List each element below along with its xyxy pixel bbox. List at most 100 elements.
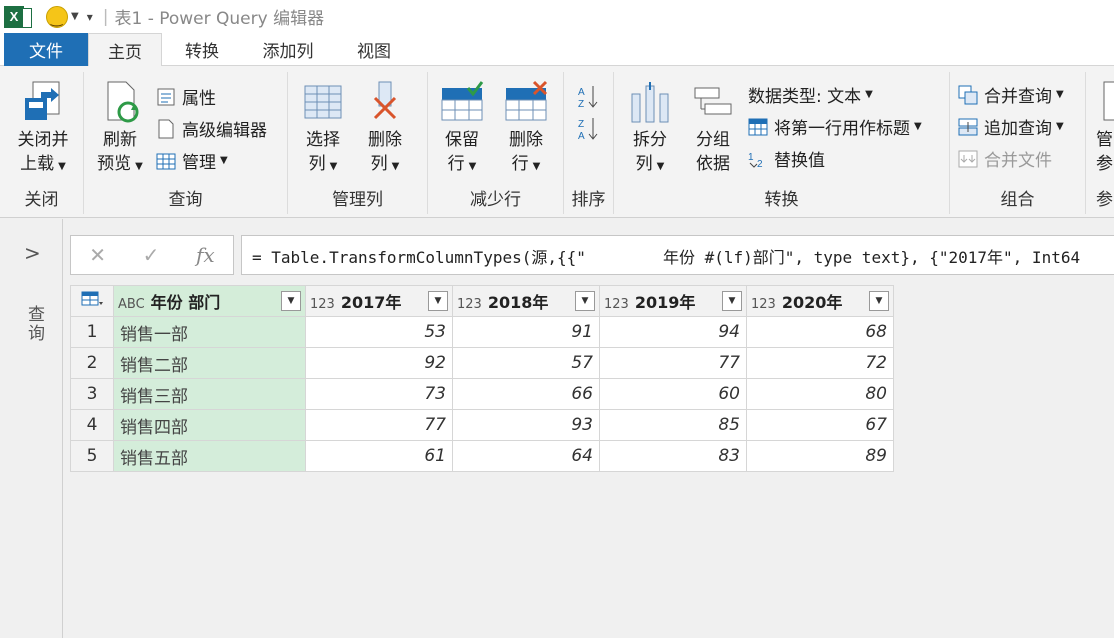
table-cell[interactable]: 66	[452, 378, 600, 410]
quick-access-customize-icon[interactable]: ▾	[87, 10, 93, 24]
table-cell[interactable]: 67	[746, 409, 894, 441]
sort-descending-button[interactable]: ZA	[578, 116, 604, 142]
properties-icon	[156, 87, 176, 107]
table-cell[interactable]: 85	[599, 409, 747, 441]
table-menu-corner[interactable]	[70, 285, 114, 317]
advanced-editor-button[interactable]: 高级编辑器	[156, 116, 267, 141]
append-queries-icon	[958, 117, 978, 137]
column-header-2018[interactable]: 123 2018年 ▼	[452, 285, 600, 317]
tab-transform[interactable]: 转换	[172, 33, 232, 66]
table-cell[interactable]: 73	[305, 378, 453, 410]
append-queries-label: 追加查询	[984, 119, 1052, 139]
number-type-icon[interactable]: 123	[310, 297, 335, 312]
number-type-icon[interactable]: 123	[604, 297, 629, 312]
close-and-load-label-1: 关闭并	[17, 130, 69, 150]
properties-button[interactable]: 属性	[156, 84, 216, 109]
table-cell[interactable]: 64	[452, 440, 600, 472]
choose-columns-label-2: 列	[308, 154, 326, 174]
table-cell[interactable]: 91	[452, 316, 600, 348]
tab-view[interactable]: 视图	[346, 33, 402, 66]
table-cell[interactable]: 销售五部	[113, 440, 306, 472]
table-cell[interactable]: 83	[599, 440, 747, 472]
table-cell[interactable]: 销售一部	[113, 316, 306, 348]
row-index[interactable]: 3	[70, 378, 114, 410]
split-column-button[interactable]: 拆分 列 ▼	[624, 80, 676, 179]
table-cell[interactable]: 89	[746, 440, 894, 472]
keep-rows-button[interactable]: 保留 行 ▼	[436, 80, 488, 179]
combine-files-icon	[958, 149, 978, 169]
expand-queries-chevron-icon[interactable]: >	[24, 241, 41, 265]
table-cell[interactable]: 61	[305, 440, 453, 472]
refresh-preview-button[interactable]: 刷新 预览 ▼	[92, 80, 148, 179]
row-index[interactable]: 5	[70, 440, 114, 472]
row-index[interactable]: 2	[70, 347, 114, 379]
cancel-formula-icon[interactable]: ✕	[89, 243, 106, 267]
table-cell[interactable]: 57	[452, 347, 600, 379]
table-cell[interactable]: 77	[305, 409, 453, 441]
remove-columns-button[interactable]: 删除 列 ▼	[360, 80, 410, 179]
manage-parameters-button[interactable]: 管 参	[1096, 80, 1114, 176]
filter-dropdown-icon[interactable]: ▼	[869, 291, 889, 311]
keep-rows-icon	[440, 80, 484, 124]
transform-group: 拆分 列 ▼ 分组 依据 数据类型: 文本 ▼ 将第一行用作标题 ▼ 12 替换值 转…	[614, 72, 950, 214]
filter-dropdown-icon[interactable]: ▼	[281, 291, 301, 311]
chevron-down-icon: ▼	[914, 121, 922, 132]
table-cell[interactable]: 72	[746, 347, 894, 379]
tab-home[interactable]: 主页	[88, 33, 162, 67]
text-type-icon[interactable]: ABC	[118, 297, 145, 312]
feedback-dropdown-icon[interactable]: ▼	[71, 11, 79, 22]
filter-dropdown-icon[interactable]: ▼	[722, 291, 742, 311]
number-type-icon[interactable]: 123	[751, 297, 776, 312]
table-cell[interactable]: 80	[746, 378, 894, 410]
column-header-department[interactable]: ABC 年份 部门 ▼	[113, 285, 306, 317]
table-cell[interactable]: 93	[452, 409, 600, 441]
table-cell[interactable]: 销售四部	[113, 409, 306, 441]
merge-queries-label: 合并查询	[984, 87, 1052, 107]
table-cell[interactable]: 销售二部	[113, 347, 306, 379]
close-group: 关闭并 上载 ▼ 关闭	[0, 72, 84, 214]
title-separator: |	[102, 6, 109, 27]
table-cell[interactable]: 92	[305, 347, 453, 379]
manage-button[interactable]: 管理 ▼	[156, 148, 228, 173]
group-by-button[interactable]: 分组 依据	[688, 80, 738, 176]
confirm-formula-icon[interactable]: ✓	[143, 243, 160, 267]
row-index[interactable]: 4	[70, 409, 114, 441]
filter-dropdown-icon[interactable]: ▼	[575, 291, 595, 311]
table-cell[interactable]: 68	[746, 316, 894, 348]
refresh-icon	[98, 80, 142, 124]
tab-file[interactable]: 文件	[4, 33, 88, 66]
tab-add-column[interactable]: 添加列	[248, 33, 328, 66]
row-index[interactable]: 1	[70, 316, 114, 348]
formula-bar[interactable]: = Table.TransformColumnTypes(源,{{" 年份 #(…	[241, 235, 1114, 275]
choose-columns-button[interactable]: 选择 列 ▼	[298, 80, 348, 179]
close-and-load-button[interactable]: 关闭并 上载 ▼	[8, 80, 78, 179]
sort-ascending-button[interactable]: AZ	[578, 84, 604, 110]
ribbon-tab-bar: 文件 主页 转换 添加列 视图	[0, 33, 1114, 67]
number-type-icon[interactable]: 123	[457, 297, 482, 312]
table-cell[interactable]: 销售三部	[113, 378, 306, 410]
manage-label: 管理	[182, 153, 216, 173]
combine-files-button: 合并文件	[958, 146, 1052, 171]
combine-group: 合并查询 ▼ 追加查询 ▼ 合并文件 组合	[950, 72, 1086, 214]
feedback-smiley-icon[interactable]	[46, 5, 68, 28]
column-header-2020[interactable]: 123 2020年 ▼	[746, 285, 894, 317]
remove-rows-icon	[504, 80, 548, 124]
fx-icon[interactable]: fx	[196, 243, 215, 267]
data-type-dropdown[interactable]: 数据类型: 文本 ▼	[748, 82, 873, 107]
column-header-2017[interactable]: 123 2017年 ▼	[305, 285, 453, 317]
table-cell[interactable]: 77	[599, 347, 747, 379]
use-first-row-as-headers-button[interactable]: 将第一行用作标题 ▼	[748, 114, 922, 139]
manage-params-label-2: 参	[1096, 154, 1113, 174]
table-cell[interactable]: 94	[599, 316, 747, 348]
replace-values-button[interactable]: 12 替换值	[748, 146, 825, 171]
svg-text:A: A	[578, 131, 585, 142]
merge-queries-button[interactable]: 合并查询 ▼	[958, 82, 1064, 107]
filter-dropdown-icon[interactable]: ▼	[428, 291, 448, 311]
combine-group-label: 组合	[1000, 190, 1035, 210]
table-cell[interactable]: 53	[305, 316, 453, 348]
column-header-2019[interactable]: 123 2019年 ▼	[599, 285, 747, 317]
column-name: 2019年	[634, 293, 696, 312]
table-cell[interactable]: 60	[599, 378, 747, 410]
append-queries-button[interactable]: 追加查询 ▼	[958, 114, 1064, 139]
remove-rows-button[interactable]: 删除 行 ▼	[500, 80, 552, 179]
